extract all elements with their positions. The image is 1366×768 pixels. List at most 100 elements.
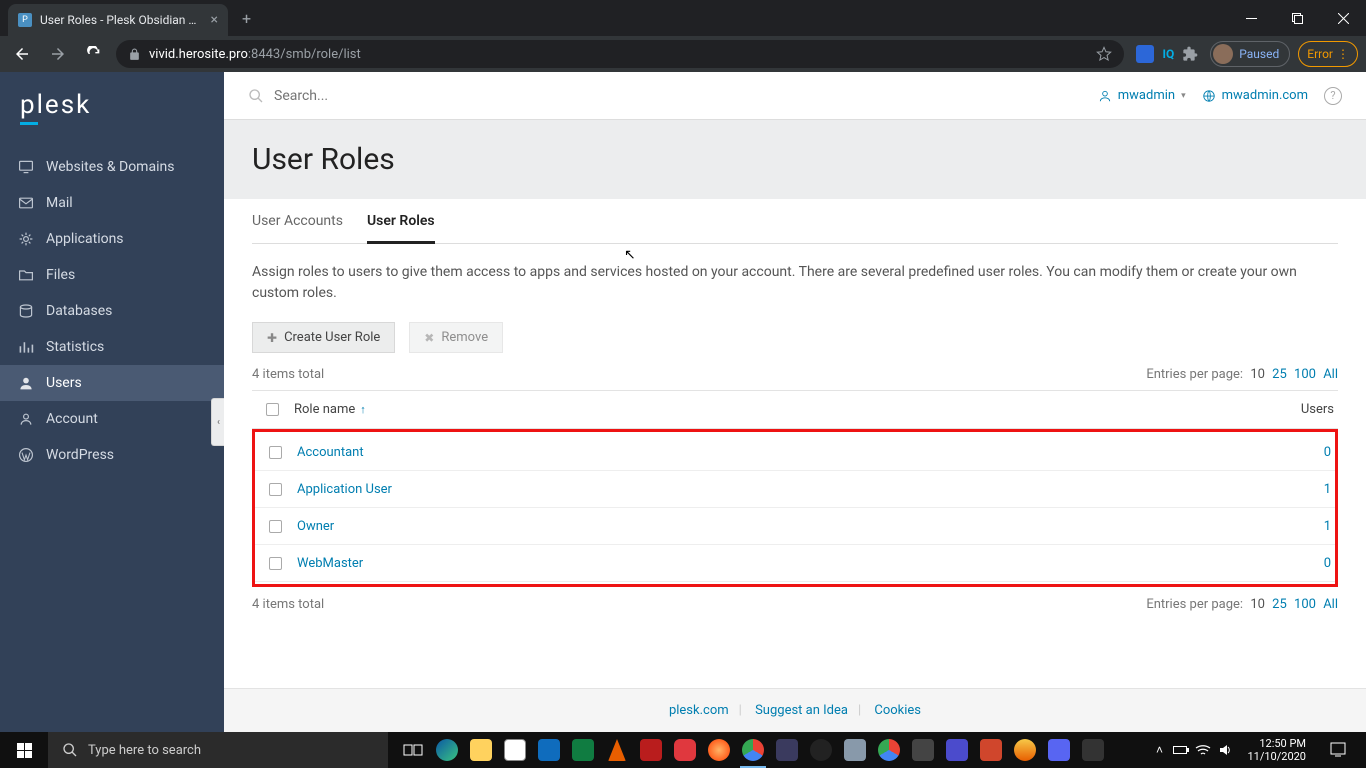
row-checkbox[interactable] — [269, 483, 282, 496]
sidebar-item-files[interactable]: Files — [0, 257, 224, 293]
per-page-option[interactable]: 100 — [1294, 597, 1316, 612]
app-icon[interactable] — [974, 732, 1008, 768]
per-page-option[interactable]: All — [1323, 597, 1338, 612]
chrome-icon[interactable] — [736, 732, 770, 768]
bookmark-star-icon[interactable] — [1096, 46, 1112, 62]
per-page-option[interactable]: 25 — [1272, 367, 1287, 382]
battery-icon[interactable] — [1173, 742, 1189, 758]
chat-icon[interactable] — [668, 732, 702, 768]
forward-button[interactable] — [44, 40, 72, 68]
footer-link[interactable]: Cookies — [874, 703, 921, 718]
column-role-name[interactable]: Role name ↑ — [292, 402, 1258, 417]
filezilla-icon[interactable] — [634, 732, 668, 768]
users-count-link[interactable]: 0 — [1324, 556, 1331, 571]
app-icon[interactable] — [770, 732, 804, 768]
browser-tab[interactable]: P User Roles - Plesk Obsidian 18.0... × — [8, 4, 228, 36]
per-page-option[interactable]: All — [1323, 367, 1338, 382]
app-icon[interactable] — [1076, 732, 1110, 768]
main-content: mwadmin ▾ mwadmin.com ? User Roles User … — [224, 72, 1366, 732]
sidebar-collapse-button[interactable]: ‹ — [211, 398, 225, 446]
start-button[interactable] — [0, 732, 48, 768]
tray-expand-icon[interactable]: ˄ — [1151, 742, 1167, 758]
extension-icon[interactable] — [1136, 45, 1154, 63]
store-icon[interactable] — [498, 732, 532, 768]
help-button[interactable]: ? — [1324, 87, 1342, 105]
sidebar-item-users[interactable]: Users — [0, 365, 224, 401]
user-menu[interactable]: mwadmin ▾ — [1098, 88, 1186, 103]
tab-user-accounts[interactable]: User Accounts — [252, 199, 343, 243]
remove-button[interactable]: ✖ Remove — [409, 322, 503, 353]
wifi-icon[interactable] — [1195, 742, 1211, 758]
users-count-link[interactable]: 0 — [1324, 445, 1331, 460]
sidebar-item-statistics[interactable]: Statistics — [0, 329, 224, 365]
close-window-button[interactable] — [1320, 0, 1366, 36]
page-description: Assign roles to users to give them acces… — [252, 262, 1338, 304]
task-view-icon[interactable] — [396, 732, 430, 768]
taskbar-search[interactable]: Type here to search — [48, 732, 388, 768]
edge-icon[interactable] — [430, 732, 464, 768]
notifications-icon[interactable] — [1320, 732, 1356, 768]
select-all-checkbox[interactable] — [266, 403, 279, 416]
lock-icon — [128, 48, 141, 61]
sidebar-item-applications[interactable]: Applications — [0, 221, 224, 257]
new-tab-button[interactable]: + — [228, 9, 265, 28]
role-link[interactable]: Owner — [297, 519, 334, 534]
extensions-puzzle-icon[interactable] — [1182, 46, 1198, 62]
profile-chip[interactable]: Paused — [1210, 41, 1290, 67]
back-button[interactable] — [8, 40, 36, 68]
sidebar-item-mail[interactable]: Mail — [0, 185, 224, 221]
mail-icon[interactable] — [532, 732, 566, 768]
tab-user-roles[interactable]: User Roles — [367, 199, 435, 244]
error-chip[interactable]: Error ⋮ — [1298, 41, 1358, 67]
app-icon[interactable] — [1008, 732, 1042, 768]
users-count-link[interactable]: 1 — [1324, 482, 1331, 497]
column-users[interactable]: Users — [1258, 402, 1338, 417]
search-input[interactable] — [274, 88, 574, 104]
users-count-link[interactable]: 1 — [1324, 519, 1331, 534]
clock[interactable]: 12:50 PM 11/10/2020 — [1239, 737, 1314, 763]
row-checkbox[interactable] — [269, 520, 282, 533]
sidebar-item-databases[interactable]: Databases — [0, 293, 224, 329]
per-page-option[interactable]: 10 — [1250, 367, 1265, 382]
role-link[interactable]: Accountant — [297, 445, 364, 460]
per-page-option[interactable]: 25 — [1272, 597, 1287, 612]
minimize-button[interactable] — [1228, 0, 1274, 36]
taskbar-apps — [396, 732, 1110, 768]
volume-icon[interactable] — [1217, 742, 1233, 758]
row-checkbox[interactable] — [269, 446, 282, 459]
sidebar-item-account[interactable]: Account — [0, 401, 224, 437]
vlc-icon[interactable] — [600, 732, 634, 768]
role-link[interactable]: Application User — [297, 482, 392, 497]
domain-link[interactable]: mwadmin.com — [1202, 88, 1308, 103]
role-link[interactable]: WebMaster — [297, 556, 363, 571]
sidebar-item-label: WordPress — [46, 447, 114, 463]
per-page-option[interactable]: 100 — [1294, 367, 1316, 382]
app-icon[interactable] — [906, 732, 940, 768]
url-text: vivid.herosite.pro:8443/smb/role/list — [149, 47, 361, 62]
row-checkbox[interactable] — [269, 557, 282, 570]
app-icon[interactable] — [940, 732, 974, 768]
create-user-role-button[interactable]: ✚ Create User Role — [252, 322, 395, 353]
obs-icon[interactable] — [804, 732, 838, 768]
plus-icon: ✚ — [267, 331, 277, 345]
sidebar-item-wordpress[interactable]: WordPress — [0, 437, 224, 473]
chrome-icon-2[interactable] — [872, 732, 906, 768]
app-icon[interactable] — [838, 732, 872, 768]
db-icon — [18, 303, 34, 319]
reload-button[interactable] — [80, 40, 108, 68]
sidebar-item-label: Files — [46, 267, 75, 283]
address-bar[interactable]: vivid.herosite.pro:8443/smb/role/list — [116, 40, 1124, 68]
plesk-logo[interactable]: plesk — [0, 72, 224, 149]
close-icon[interactable]: × — [211, 12, 218, 28]
firefox-icon[interactable] — [702, 732, 736, 768]
file-explorer-icon[interactable] — [464, 732, 498, 768]
per-page-option[interactable]: 10 — [1250, 597, 1265, 612]
sidebar-item-websites-domains[interactable]: Websites & Domains — [0, 149, 224, 185]
footer-link[interactable]: plesk.com — [669, 703, 729, 718]
excel-icon[interactable] — [566, 732, 600, 768]
app-icon[interactable] — [1042, 732, 1076, 768]
maximize-button[interactable] — [1274, 0, 1320, 36]
account-icon — [18, 411, 34, 427]
extension-icon[interactable]: IQ — [1162, 47, 1174, 61]
footer-link[interactable]: Suggest an Idea — [755, 703, 848, 718]
